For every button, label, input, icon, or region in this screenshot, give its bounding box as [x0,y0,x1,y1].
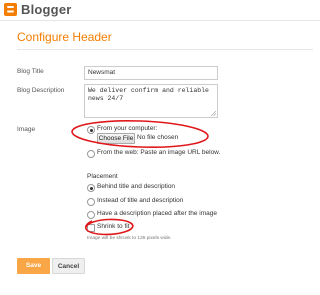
annotation-circle-shrink [85,218,134,236]
annotation-circle-file-chooser [71,119,209,149]
annotation-overlay [71,119,209,236]
